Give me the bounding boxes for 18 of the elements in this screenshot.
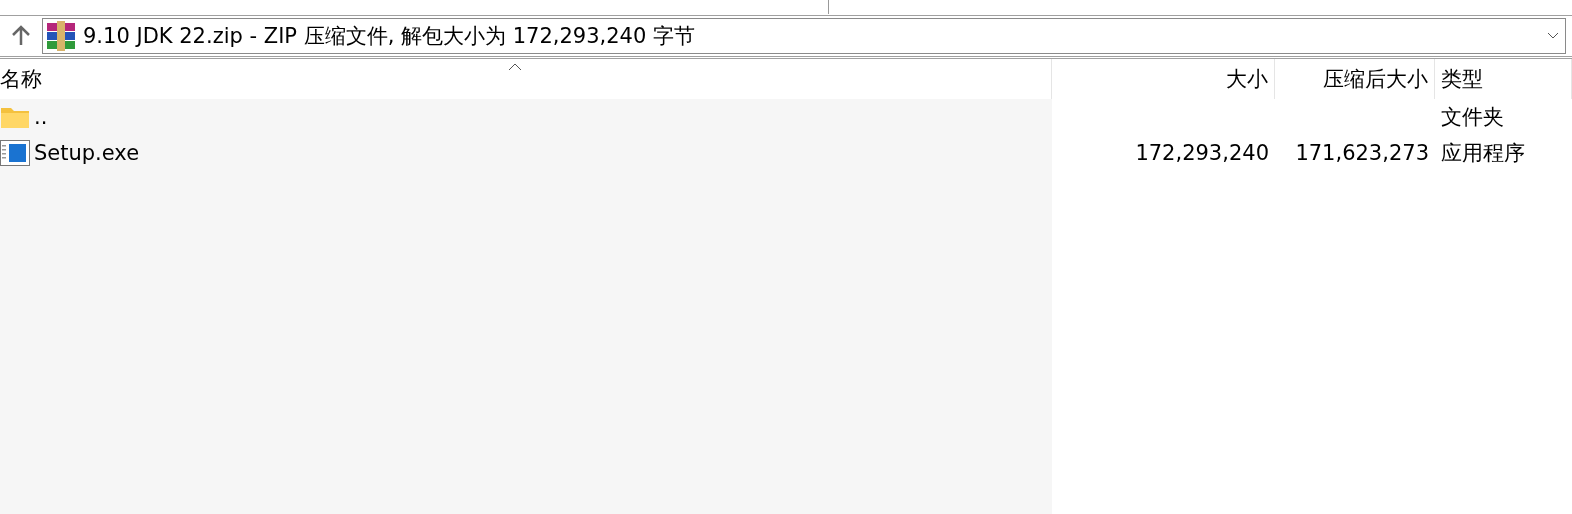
table-cell: 172,293,240: [1135, 141, 1269, 165]
sort-caret-icon: [508, 63, 522, 71]
application-window-icon: [0, 140, 30, 166]
column-header[interactable]: 压缩后大小: [1323, 65, 1428, 93]
table-cell-text: 文件夹: [1441, 104, 1504, 131]
chevron-down-icon[interactable]: [1547, 32, 1559, 40]
table-cell-text: 应用程序: [1441, 140, 1525, 167]
file-name[interactable]: Setup.exe: [34, 141, 140, 165]
column-header[interactable]: 名称: [0, 65, 42, 93]
column-header[interactable]: 大小: [1226, 65, 1268, 93]
table-cell: 171,623,273: [1295, 141, 1429, 165]
archive-path: 9.10 JDK 22.zip - ZIP 压缩文件, 解包大小为 172,293,240 字节: [83, 23, 696, 50]
file-name[interactable]: ..: [34, 105, 48, 129]
up-arrow-icon[interactable]: [10, 25, 32, 47]
column-header[interactable]: 类型: [1441, 65, 1483, 93]
folder-icon: [0, 105, 30, 129]
archive-books-icon: [45, 21, 77, 51]
address-field[interactable]: 9.10 JDK 22.zip - ZIP 压缩文件, 解包大小为 172,293,240 字节: [42, 18, 1566, 54]
